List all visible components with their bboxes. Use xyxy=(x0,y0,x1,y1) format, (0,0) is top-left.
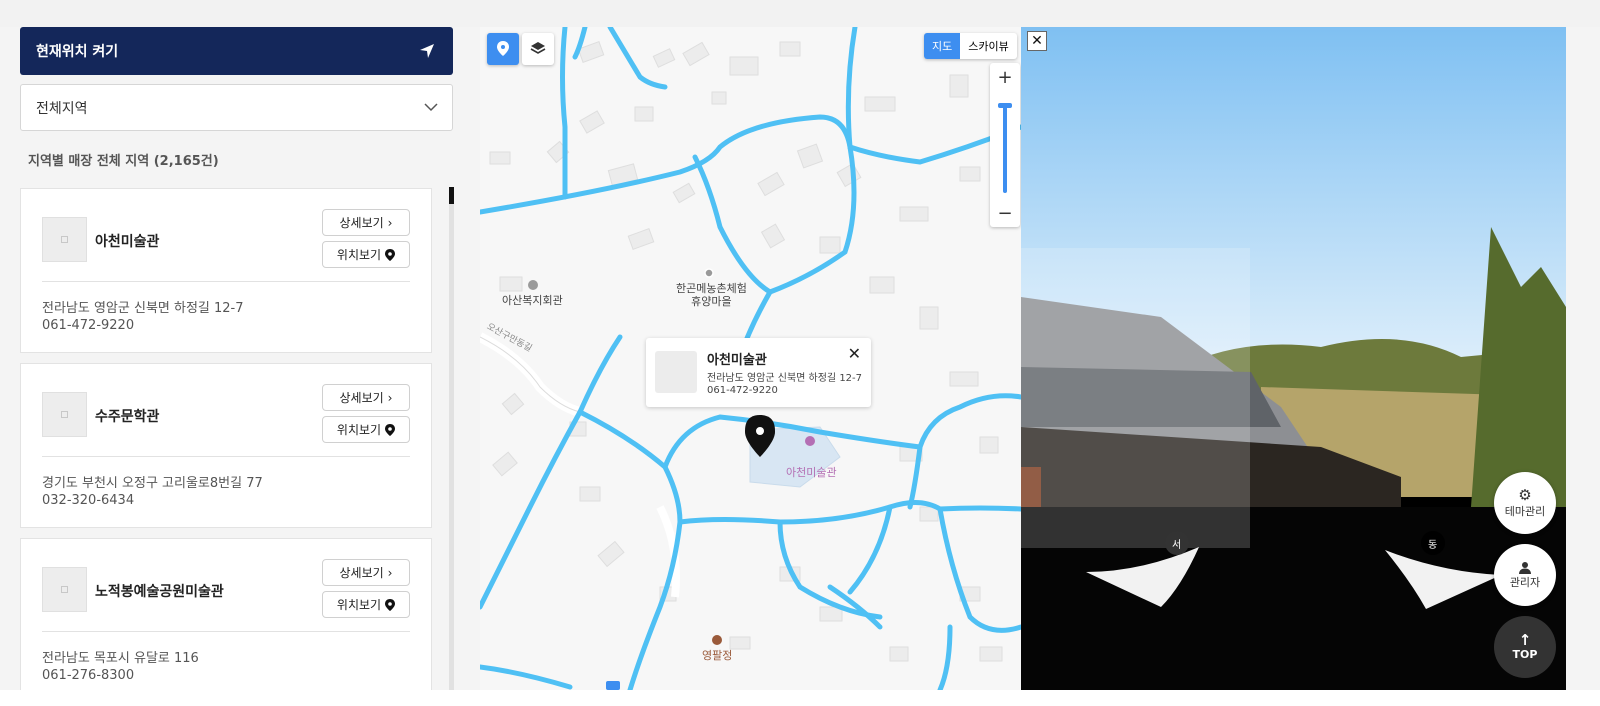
admin-label: 관리자 xyxy=(1509,575,1541,589)
card-divider xyxy=(42,456,410,457)
detail-button-label: 상세보기 xyxy=(339,216,384,230)
bottom-bar xyxy=(0,690,1600,706)
show-location-button[interactable]: 위치보기 xyxy=(322,416,410,443)
show-location-button[interactable]: 위치보기 xyxy=(322,591,410,618)
region-select-value: 전체지역 xyxy=(36,100,88,117)
store-list[interactable]: 아천미술관 상세보기 › 위치보기 전라남도 영암군 신북면 하정길 12-7 0… xyxy=(20,188,432,706)
map-label-village-line1: 한곤메농촌체험 xyxy=(676,282,747,295)
store-card[interactable]: 노적봉예술공원미술관 상세보기 › 위치보기 전라남도 목포시 유달로 116 0… xyxy=(20,538,432,703)
popup-close-icon[interactable]: ✕ xyxy=(848,344,861,363)
store-count-label: 지역별 매장 전체 지역 (2,165건) xyxy=(28,154,219,169)
store-address: 전라남도 영암군 신북면 하정길 12-7 xyxy=(42,301,244,316)
popup-thumbnail xyxy=(655,351,697,393)
gear-icon: ⚙ xyxy=(1518,486,1532,504)
map-label-museum: 아천미술관 xyxy=(786,466,837,479)
detail-button-label: 상세보기 xyxy=(339,566,384,580)
map-pin-icon xyxy=(385,598,396,611)
popup-title: 아천미술관 xyxy=(707,353,767,368)
store-name: 노적봉예술공원미술관 xyxy=(95,584,224,600)
map-label-pavilion: 영팔정 xyxy=(702,649,733,662)
store-thumbnail xyxy=(42,392,87,437)
detail-button[interactable]: 상세보기 › xyxy=(322,559,410,586)
card-divider xyxy=(42,281,410,282)
navigation-arrow-icon xyxy=(420,44,434,58)
show-location-label: 위치보기 xyxy=(336,248,382,262)
store-phone: 061-472-9220 xyxy=(42,318,135,333)
map-type-skyview[interactable]: 스카이뷰 xyxy=(960,33,1016,59)
map-layers-button[interactable] xyxy=(522,33,554,65)
card-divider xyxy=(42,631,410,632)
location-pin-icon xyxy=(497,41,509,56)
list-scrollbar-thumb[interactable] xyxy=(449,187,454,204)
store-card[interactable]: 아천미술관 상세보기 › 위치보기 전라남도 영암군 신북면 하정길 12-7 0… xyxy=(20,188,432,353)
map-type-toggle[interactable]: 지도 스카이뷰 xyxy=(924,33,1017,59)
current-location-label: 현재위치 켜기 xyxy=(36,44,119,60)
store-phone: 061-276-8300 xyxy=(42,668,135,683)
street-view-photo xyxy=(1021,27,1566,690)
region-select[interactable]: 전체지역 xyxy=(20,84,453,131)
scroll-top-button[interactable]: ↑ TOP xyxy=(1494,616,1556,678)
store-address: 경기도 부천시 오정구 고리울로8번길 77 xyxy=(42,476,263,491)
chevron-right-icon: › xyxy=(387,390,393,405)
direction-west-label: 서 xyxy=(1172,540,1182,551)
chevron-down-icon xyxy=(424,103,438,112)
show-location-button[interactable]: 위치보기 xyxy=(322,241,410,268)
admin-button[interactable]: 관리자 xyxy=(1494,544,1556,606)
current-location-button[interactable]: 현재위치 켜기 xyxy=(20,27,453,75)
popup-address: 전라남도 영암군 신북면 하정길 12-7 xyxy=(707,373,863,384)
popup-phone: 061-472-9220 xyxy=(707,385,778,396)
chevron-right-icon: › xyxy=(387,565,393,580)
image-placeholder-icon xyxy=(61,236,68,243)
map-info-popup[interactable]: 아천미술관 전라남도 영암군 신북면 하정길 12-7 061-472-9220… xyxy=(646,338,871,407)
close-street-view-icon[interactable]: ✕ xyxy=(1027,31,1047,51)
zoom-in-button[interactable]: + xyxy=(990,63,1020,91)
store-thumbnail xyxy=(42,567,87,612)
top-bar xyxy=(0,0,1600,27)
list-scrollbar[interactable] xyxy=(449,187,454,706)
store-list-panel: 현재위치 켜기 전체지역 지역별 매장 전체 지역 (2,165건) 아천미술관… xyxy=(0,27,480,706)
map-label-village: 한곤메농촌체험 휴양마을 xyxy=(676,282,747,308)
store-phone: 032-320-6434 xyxy=(42,493,135,508)
store-name: 수주문학관 xyxy=(95,409,160,425)
user-icon xyxy=(1519,561,1531,574)
zoom-slider-handle[interactable] xyxy=(998,103,1012,108)
store-name: 아천미술관 xyxy=(95,234,160,250)
store-card[interactable]: 수주문학관 상세보기 › 위치보기 경기도 부천시 오정구 고리울로8번길 77 … xyxy=(20,363,432,528)
image-placeholder-icon xyxy=(61,586,68,593)
map-pin-icon xyxy=(385,423,396,436)
street-view-panel[interactable]: 서 동 ⚙ 테마관리 관리자 ↑ TOP xyxy=(1021,27,1566,690)
store-address: 전라남도 목포시 유달로 116 xyxy=(42,651,199,666)
map-type-map[interactable]: 지도 xyxy=(924,33,961,59)
map-location-button[interactable] xyxy=(487,33,519,65)
theme-manage-button[interactable]: ⚙ 테마관리 xyxy=(1494,472,1556,534)
map-label-village-line2: 휴양마을 xyxy=(691,295,732,308)
scroll-top-label: TOP xyxy=(1512,648,1538,661)
zoom-out-button[interactable]: − xyxy=(990,199,1020,227)
detail-button-label: 상세보기 xyxy=(339,391,384,405)
show-location-label: 위치보기 xyxy=(336,423,382,437)
layers-icon xyxy=(530,42,546,54)
detail-button[interactable]: 상세보기 › xyxy=(322,384,410,411)
map-pin-icon xyxy=(385,248,396,261)
show-location-label: 위치보기 xyxy=(336,598,382,612)
zoom-control[interactable]: + − xyxy=(990,63,1020,227)
arrow-up-icon: ↑ xyxy=(1518,631,1532,649)
direction-east-label: 동 xyxy=(1428,540,1438,551)
map-view[interactable]: 아산복지회관 한곤메농촌체험 휴양마을 아천미술관 영팔정 오산구만동길 지도 … xyxy=(480,27,1021,690)
map-label-hall: 아산복지회관 xyxy=(502,294,563,307)
detail-button[interactable]: 상세보기 › xyxy=(322,209,410,236)
store-thumbnail xyxy=(42,217,87,262)
chevron-right-icon: › xyxy=(387,215,393,230)
image-placeholder-icon xyxy=(61,411,68,418)
theme-manage-label: 테마관리 xyxy=(1504,505,1546,518)
zoom-slider-track[interactable] xyxy=(1003,103,1007,193)
